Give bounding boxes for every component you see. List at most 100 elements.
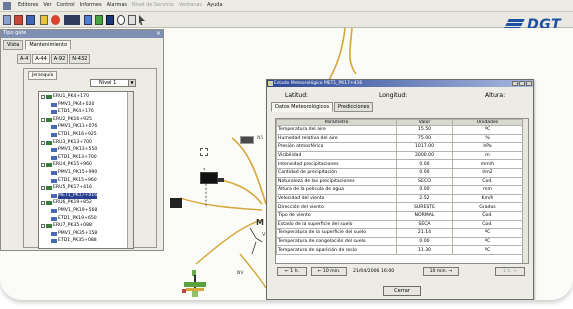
table-row[interactable]: Temperatura del aire 15.50 ºC <box>276 125 523 135</box>
pointer-icon[interactable] <box>139 15 145 25</box>
camera-icon[interactable] <box>106 15 114 25</box>
table-row[interactable]: Temperatura de la superficie del suelo 21… <box>276 228 523 238</box>
panel-icon[interactable] <box>64 15 80 25</box>
table-row[interactable]: Tipo de viento NORMAL Cod. <box>276 210 523 221</box>
tree-node[interactable]: PMV1_PK13+550 <box>51 147 97 153</box>
tree-node[interactable]: ETD1_PK35+088 <box>51 238 97 244</box>
tree-node[interactable]: ERU2_PK16+925 <box>41 117 92 123</box>
print-icon[interactable] <box>128 15 136 25</box>
expand-icon[interactable] <box>41 140 45 145</box>
tree-node[interactable]: ETD1_PK4+176 <box>51 109 94 115</box>
menu-item[interactable]: Editores <box>18 2 38 8</box>
weather-station-icon[interactable] <box>180 269 210 299</box>
device-icon <box>51 110 57 115</box>
stop-icon[interactable] <box>51 15 60 25</box>
table-row[interactable]: Velocidad del viento 2.52 Km/h <box>276 193 523 204</box>
table-row[interactable]: Visibilidad 2000.00 m <box>276 150 523 161</box>
tree-node-label: ERU4_PK15+960 <box>53 162 92 168</box>
tree-node[interactable]: MET1_PK17+416 <box>51 192 98 199</box>
refresh-icon[interactable] <box>95 15 103 25</box>
value-cell: 1017.00 <box>396 142 453 152</box>
menu-item[interactable]: Nivel de Servicio <box>132 2 174 8</box>
maximize-icon[interactable] <box>519 81 525 86</box>
menu-item[interactable]: Ventanas <box>179 2 202 8</box>
zoom-icon[interactable] <box>117 15 125 25</box>
close-icon[interactable]: × <box>156 30 161 37</box>
sign-device-icon[interactable] <box>200 172 218 184</box>
tab-vista[interactable]: Vista <box>3 40 24 50</box>
alarm-icon[interactable] <box>14 15 23 25</box>
back-10min-button[interactable]: ← 10 min. <box>311 267 347 276</box>
tree-node[interactable]: PMV1_PK11+076 <box>51 124 97 130</box>
units-cell: ºC <box>452 245 523 255</box>
forward-10min-button[interactable]: 10 min. → <box>423 267 459 276</box>
tree-node[interactable]: ETD1_PK19+650 <box>51 216 97 222</box>
table-row[interactable]: Altura de la película de agua 0.00 mm <box>276 185 523 195</box>
expand-icon[interactable] <box>41 224 45 229</box>
table-row[interactable]: Presión atmosférica 1017.00 hPa <box>276 142 523 152</box>
device-marker-icon[interactable] <box>170 198 182 208</box>
menu-item[interactable]: Ver <box>43 2 51 8</box>
camera-device-icon[interactable] <box>240 136 254 144</box>
tree-node[interactable]: PMV1_PK15+990 <box>51 170 97 176</box>
tree-node[interactable]: ETD1_PK13+700 <box>51 155 97 161</box>
table-scrollbar[interactable] <box>522 119 528 263</box>
toolbar: DGT <box>0 12 573 33</box>
table-row[interactable]: Intensidad precipitaciones 0.00 mm/h <box>276 159 523 169</box>
tab-datos-meteorologicos[interactable]: Datos Meteorológicos <box>271 102 334 112</box>
menu-item[interactable]: Informes <box>80 2 102 8</box>
expand-icon[interactable] <box>41 201 45 206</box>
minimize-icon[interactable] <box>512 81 518 86</box>
level-select[interactable]: Nivel 1 ▼ <box>90 79 136 87</box>
menu-item[interactable]: Ayuda <box>207 2 222 8</box>
device-tree[interactable]: ERU1_PK4+170 PMV1_PK4+020 ETD1_PK4+176 ERU2… <box>38 91 134 249</box>
tree-node[interactable]: ERU5_PK17+416 <box>41 185 92 191</box>
expand-icon[interactable] <box>41 186 45 191</box>
route-tab[interactable]: A-92 <box>50 54 69 64</box>
route-tab[interactable]: A-4 <box>17 54 32 64</box>
tab-jerarquia[interactable]: Jeranquía <box>28 71 58 80</box>
tree-node[interactable]: PMV1_PK35+158 <box>51 231 97 237</box>
chevron-down-icon[interactable]: ▼ <box>128 80 135 86</box>
device-icon <box>51 209 57 213</box>
tree-node[interactable]: ERU3_PK13+700 <box>41 140 92 146</box>
menu-item[interactable]: Control <box>57 2 75 8</box>
tree-scrollbar[interactable] <box>127 92 133 248</box>
table-row[interactable]: Cantidad de precipitación 0.00 l/m2 <box>276 167 523 178</box>
table-row[interactable]: Temperatura de aparición de rocío 11.30 ºC <box>276 245 523 255</box>
tree-node[interactable]: ERU7_PK35+088 <box>41 223 92 229</box>
device-icon <box>51 231 57 236</box>
table-row[interactable]: Temperatura de congelación del suelo 0.00… <box>276 236 523 247</box>
tree-node[interactable]: ERU4_PK15+960 <box>41 162 92 168</box>
parameter-cell: Estado de la superficie del suelo <box>276 219 397 230</box>
table-row[interactable]: Naturaleza de las precipitaciones SECO Cod… <box>276 176 523 187</box>
tree-node[interactable]: ETD1_PK15+960 <box>51 178 97 184</box>
system-menu-icon[interactable] <box>3 2 11 10</box>
value-cell: SECO <box>396 176 453 187</box>
table-row[interactable]: Humedad relativa del aire 75.00% <box>276 133 523 144</box>
back-1h-button[interactable]: ← 1 h. <box>277 267 307 276</box>
expand-icon[interactable] <box>41 95 45 99</box>
table-row[interactable]: Dirección del viento SURESTE Grados <box>276 202 523 212</box>
close-icon[interactable] <box>526 81 532 86</box>
tree-node[interactable]: ERU1_PK4+170 <box>41 94 89 100</box>
tree-node-label: ERU6_PK19+852 <box>53 200 92 206</box>
forward-1h-button[interactable]: 1 h. → <box>495 267 525 276</box>
route-tab[interactable]: N-432 <box>69 54 91 64</box>
tree-node[interactable]: ERU6_PK19+852 <box>41 200 92 206</box>
warning-icon[interactable] <box>40 15 48 25</box>
expand-icon[interactable] <box>41 163 45 168</box>
tab-predicciones[interactable]: Predicciones <box>334 102 374 112</box>
map-icon[interactable] <box>84 15 92 25</box>
close-button[interactable]: Cerrar <box>383 286 421 296</box>
tree-node[interactable]: PMV1_PK19+568 <box>51 208 97 214</box>
view-icon[interactable] <box>26 15 35 25</box>
route-tab[interactable]: A-44 <box>32 54 50 64</box>
tree-node[interactable]: PMV1_PK4+020 <box>51 102 94 108</box>
tab-mantenimiento[interactable]: Mantenimiento <box>25 40 72 50</box>
expand-icon[interactable] <box>41 117 45 122</box>
open-icon[interactable] <box>3 15 11 25</box>
tree-node[interactable]: ETD1_PK16+925 <box>51 132 97 138</box>
menu-item[interactable]: Alarmas <box>107 2 127 8</box>
table-row[interactable]: Estado de la superficie del suelo SECA Cod… <box>276 219 523 230</box>
